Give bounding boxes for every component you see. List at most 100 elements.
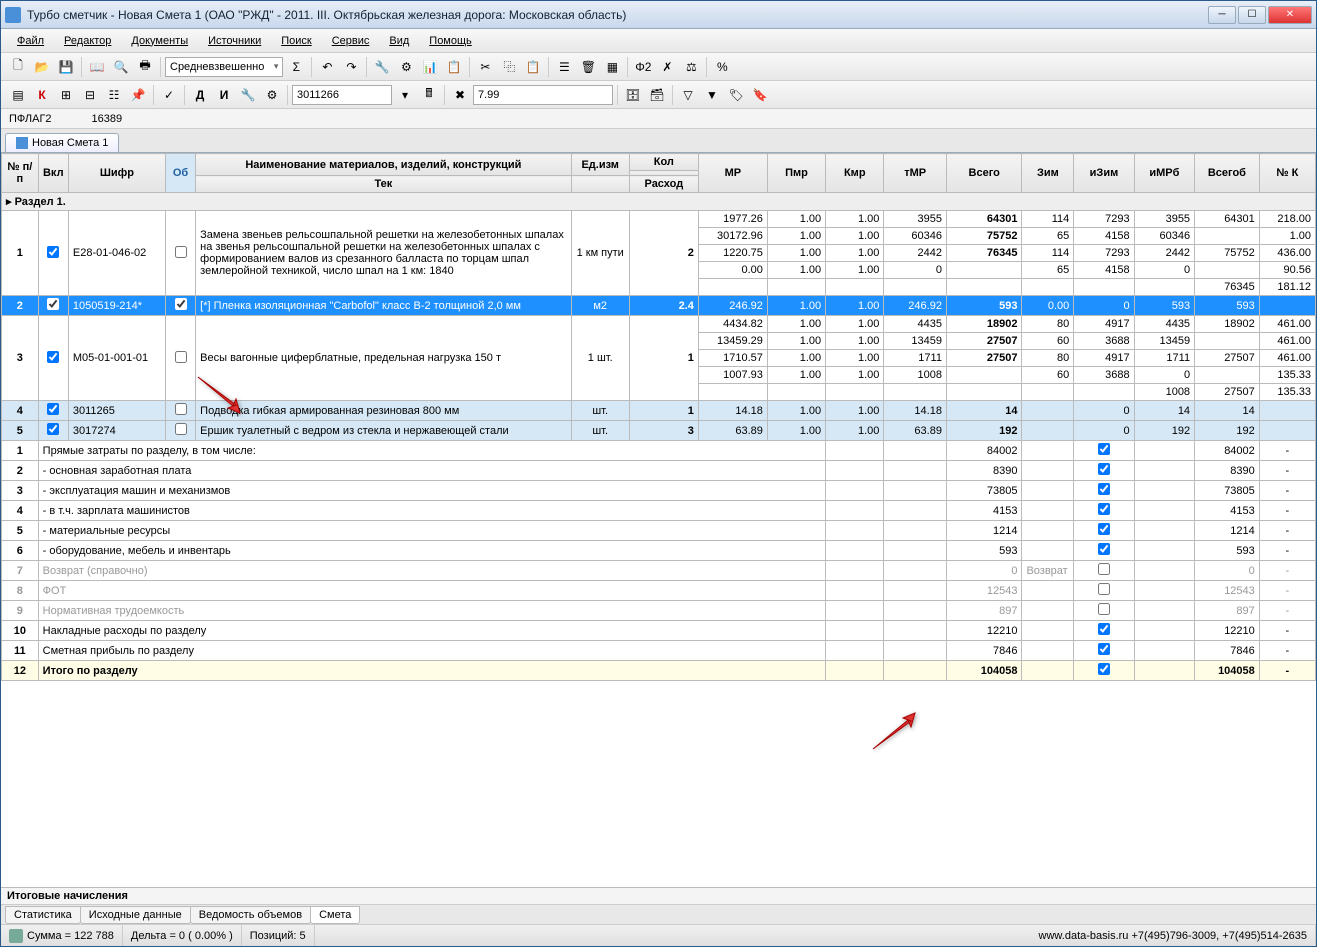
grid-icon[interactable]: ⊞ [55,84,77,106]
menu-search[interactable]: Поиск [273,32,319,50]
checkbox[interactable] [1098,463,1110,475]
tag-icon[interactable]: 🏷 [725,84,747,106]
d-icon[interactable]: Д [189,84,211,106]
row-icon[interactable]: ▤ [7,84,29,106]
calc-icon[interactable]: 🖩 [418,84,440,106]
tab-volumes[interactable]: Ведомость объемов [190,906,311,924]
sigma-icon[interactable]: Σ [285,56,307,78]
cut-icon[interactable]: ✂ [474,56,496,78]
i-icon[interactable]: И [213,84,235,106]
checkbox[interactable] [1098,443,1110,455]
checkbox[interactable] [47,298,59,310]
list-icon[interactable]: ☰ [553,56,575,78]
search-icon[interactable]: 🔍 [110,56,132,78]
tab-estimate[interactable]: Смета [310,906,360,924]
status-positions: Позиций: 5 [242,925,315,946]
book-icon[interactable]: 📖 [86,56,108,78]
db-icon[interactable]: 🗄 [622,84,644,106]
check-icon[interactable]: ✓ [158,84,180,106]
gear-icon[interactable]: ⚙ [261,84,283,106]
menu-help[interactable]: Помощь [421,32,480,50]
tool2-icon[interactable]: ⚙ [395,56,417,78]
phi-icon[interactable]: Φ2 [632,56,654,78]
window-title: Турбо сметчик - Новая Смета 1 (ОАО "РЖД"… [27,8,1208,22]
menu-sources[interactable]: Источники [200,32,269,50]
delete-icon[interactable]: 🗑 [577,56,599,78]
menu-service[interactable]: Сервис [324,32,378,50]
summary-row: 4 - в т.ч. зарплата машинистов41534153- [2,501,1316,521]
doc-tab[interactable]: Новая Смета 1 [5,133,119,152]
code-input[interactable] [292,85,392,105]
status-delta: Дельта = 0 ( 0.00% ) [123,925,242,946]
checkbox[interactable] [1098,623,1110,635]
checkbox[interactable] [1098,503,1110,515]
checkbox[interactable] [175,351,187,363]
checkbox[interactable] [1098,663,1110,675]
checkbox[interactable] [1098,543,1110,555]
checkbox[interactable] [1098,563,1110,575]
k-icon[interactable]: К [31,84,53,106]
checkbox[interactable] [47,403,59,415]
table-row: 21050519-214*[*] Пленка изоляционная "Ca… [2,296,1316,316]
checkbox[interactable] [175,298,187,310]
tool-icon[interactable]: 🔧 [371,56,393,78]
summary-row: 6- оборудование, мебель и инвентарь59359… [2,541,1316,561]
db2-icon[interactable]: 🗃 [646,84,668,106]
maximize-button[interactable]: ☐ [1238,6,1266,24]
dropdown-icon[interactable]: ▾ [394,84,416,106]
percent-icon[interactable]: % [711,56,733,78]
list2-icon[interactable]: ☷ [103,84,125,106]
redo-icon[interactable]: ↷ [340,56,362,78]
filter-icon[interactable]: ▽ [677,84,699,106]
print-icon[interactable]: 🖶 [134,56,156,78]
undo-icon[interactable]: ↶ [316,56,338,78]
strike-icon[interactable]: ✗ [656,56,678,78]
weighting-combo[interactable]: Средневзвешенно [165,57,283,77]
summary-row: 12Итого по разделу104058104058- [2,661,1316,681]
annotation-arrow-2 [871,711,921,751]
checkbox[interactable] [1098,643,1110,655]
status-contact: www.data-basis.ru +7(495)796-3009, +7(49… [1031,925,1316,946]
checkbox[interactable] [47,351,59,363]
grid2-icon[interactable]: ⊟ [79,84,101,106]
checkbox[interactable] [1098,483,1110,495]
new-icon[interactable]: 🗋 [7,56,29,78]
grid-area[interactable]: № п/п Вкл Шифр Об Наименование материало… [1,153,1316,887]
balance-icon[interactable]: ⚖ [680,56,702,78]
tab-source[interactable]: Исходные данные [80,906,191,924]
summary-row: 8ФОТ1254312543- [2,581,1316,601]
open-icon[interactable]: 📂 [31,56,53,78]
close-button[interactable]: ✕ [1268,6,1312,24]
minimize-button[interactable]: ─ [1208,6,1236,24]
price-input[interactable] [473,85,613,105]
checkbox[interactable] [175,403,187,415]
paste-icon[interactable]: 📋 [522,56,544,78]
menu-editor[interactable]: Редактор [56,32,119,50]
wrench-icon[interactable]: 🔧 [237,84,259,106]
checkbox[interactable] [175,246,187,258]
toolbar-2: ▤ К ⊞ ⊟ ☷ 📌 ✓ Д И 🔧 ⚙ ▾ 🖩 ✖ 🗄 🗃 ▽ ▼ 🏷 🔖 [1,81,1316,109]
tool4-icon[interactable]: 📋 [443,56,465,78]
menu-documents[interactable]: Документы [123,32,196,50]
tab-stats[interactable]: Статистика [5,906,81,924]
table-icon[interactable]: ▦ [601,56,623,78]
menu-view[interactable]: Вид [381,32,417,50]
tool3-icon[interactable]: 📊 [419,56,441,78]
checkbox[interactable] [1098,583,1110,595]
save-icon[interactable]: 💾 [55,56,77,78]
estimate-grid: № п/п Вкл Шифр Об Наименование материало… [1,153,1316,681]
table-row: 1Е28-01-046-02Замена звеньев рельсошпаль… [2,211,1316,228]
checkbox[interactable] [1098,523,1110,535]
checkbox[interactable] [47,246,59,258]
filter2-icon[interactable]: ▼ [701,84,723,106]
status-icon [9,929,23,943]
pin-icon[interactable]: 📌 [127,84,149,106]
checkbox[interactable] [175,423,187,435]
menu-file[interactable]: Файл [9,32,52,50]
checkbox[interactable] [1098,603,1110,615]
x-icon[interactable]: ✖ [449,84,471,106]
copy-icon[interactable]: ⿻ [498,56,520,78]
totals-header: Итоговые начисления [1,887,1316,904]
tag2-icon[interactable]: 🔖 [749,84,771,106]
checkbox[interactable] [47,423,59,435]
